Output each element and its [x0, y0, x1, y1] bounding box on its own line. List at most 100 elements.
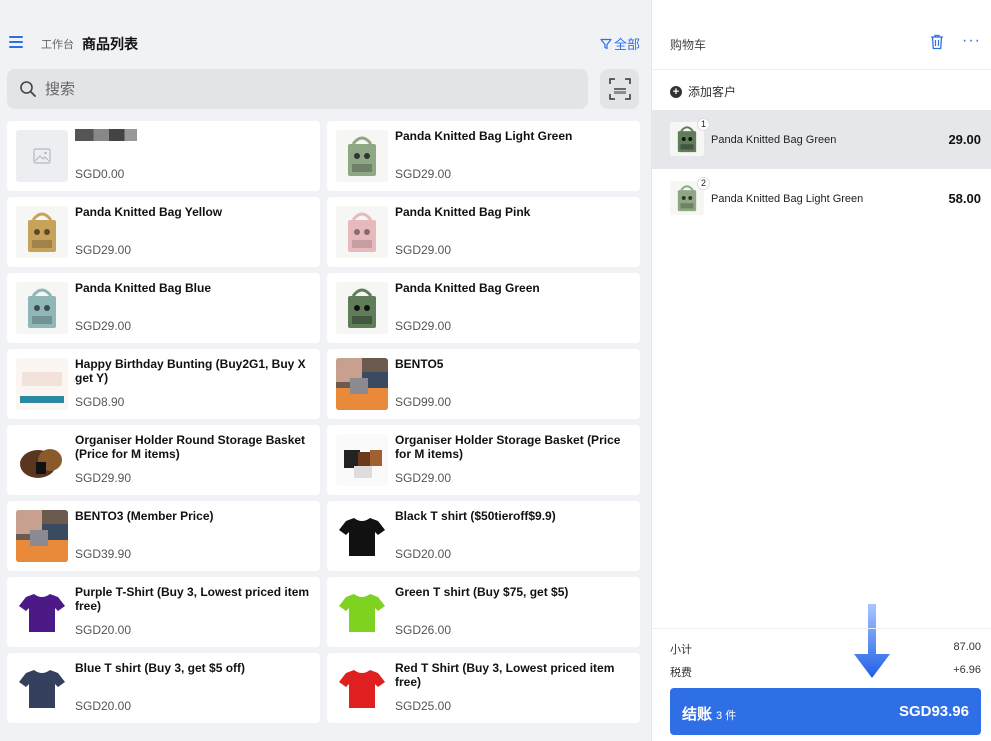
search-bar[interactable]: [7, 69, 588, 109]
product-card[interactable]: Panda Knitted Bag Light Green SGD29.00: [327, 121, 640, 191]
product-card[interactable]: Purple T-Shirt (Buy 3, Lowest priced ite…: [7, 577, 320, 647]
product-thumbnail: [16, 510, 68, 562]
breadcrumb-home[interactable]: 工作台: [41, 36, 74, 52]
product-thumbnail: [336, 434, 388, 486]
tax-row: 税费 +6.96: [670, 664, 981, 680]
product-card[interactable]: Panda Knitted Bag Blue SGD29.00: [7, 273, 320, 343]
product-card[interactable]: Red T Shirt (Buy 3, Lowest priced item f…: [327, 653, 640, 723]
checkout-button[interactable]: 结账 3 件 SGD93.96: [670, 688, 981, 735]
product-name: Organiser Holder Round Storage Basket (P…: [75, 433, 306, 461]
top-bar: 工作台 商品列表 全部: [0, 24, 650, 64]
product-price: SGD29.90: [75, 471, 132, 485]
product-price: SGD29.00: [75, 243, 132, 257]
product-thumbnail: [16, 434, 68, 486]
product-price: SGD20.00: [75, 623, 132, 637]
product-thumbnail: [16, 282, 68, 334]
cart-item[interactable]: 1 Panda Knitted Bag Green 29.00: [652, 110, 991, 169]
quantity-badge: 1: [697, 118, 710, 131]
product-card[interactable]: Green T shirt (Buy $75, get $5) SGD26.00: [327, 577, 640, 647]
cart-item-total: 58.00: [948, 191, 981, 206]
add-customer-button[interactable]: + 添加客户: [670, 83, 736, 100]
product-thumbnail: [336, 510, 388, 562]
cart-item-total: 29.00: [948, 132, 981, 147]
checkout-total: SGD93.96: [898, 703, 969, 720]
search-input[interactable]: [45, 80, 545, 98]
product-thumbnail: [336, 586, 388, 638]
product-thumbnail: [336, 358, 388, 410]
more-options-icon[interactable]: ···: [962, 32, 981, 50]
search-icon: [20, 81, 36, 97]
product-thumbnail: [16, 586, 68, 638]
product-card[interactable]: BENTO3 (Member Price) SGD39.90: [7, 501, 320, 571]
product-name: Panda Knitted Bag Blue: [75, 281, 212, 295]
page-title: 商品列表: [82, 36, 138, 52]
product-card[interactable]: SGD0.00: [7, 121, 320, 191]
product-name: Panda Knitted Bag Yellow: [75, 205, 223, 219]
product-thumbnail: [16, 206, 68, 258]
product-name: Panda Knitted Bag Pink: [395, 205, 531, 219]
cart-item[interactable]: 2 Panda Knitted Bag Light Green 58.00: [652, 169, 991, 228]
product-name: BENTO3 (Member Price): [75, 509, 214, 523]
product-thumbnail: [336, 282, 388, 334]
product-card[interactable]: Organiser Holder Round Storage Basket (P…: [7, 425, 320, 495]
divider: [652, 69, 991, 70]
filter-label: 全部: [614, 37, 641, 52]
checkout-label-group: 结账 3 件: [682, 703, 736, 724]
product-card[interactable]: Organiser Holder Storage Basket (Price f…: [327, 425, 640, 495]
checkout-count: 3 件: [716, 710, 737, 722]
product-name: Red T Shirt (Buy 3, Lowest priced item f…: [395, 661, 615, 689]
product-thumbnail: [16, 130, 68, 182]
plus-circle-icon: +: [670, 85, 682, 98]
product-name: Organiser Holder Storage Basket (Price f…: [395, 433, 621, 461]
filter-button[interactable]: 全部: [600, 34, 640, 53]
trash-icon[interactable]: [930, 34, 944, 50]
tax-value: +6.96: [953, 664, 981, 676]
product-price: SGD29.00: [75, 319, 132, 333]
product-thumbnail: [336, 662, 388, 714]
product-card[interactable]: Panda Knitted Bag Green SGD29.00: [327, 273, 640, 343]
product-name: Purple T-Shirt (Buy 3, Lowest priced ite…: [75, 585, 310, 613]
image-placeholder-icon: [33, 148, 51, 164]
tax-label: 税费: [670, 667, 692, 679]
product-name: Happy Birthday Bunting (Buy2G1, Buy X ge…: [75, 357, 306, 385]
cart-pane: 购物车 ··· + 添加客户 1 Panda Knitted Bag Green 2…: [651, 0, 991, 741]
subtotal-label: 小计: [670, 644, 692, 656]
redacted-name: [75, 129, 137, 141]
product-card[interactable]: Panda Knitted Bag Yellow SGD29.00: [7, 197, 320, 267]
product-name: Panda Knitted Bag Light Green: [395, 129, 573, 143]
product-price: SGD29.00: [395, 319, 452, 333]
product-price: SGD39.90: [75, 547, 132, 561]
product-card[interactable]: Panda Knitted Bag Pink SGD29.00: [327, 197, 640, 267]
barcode-scan-icon: [608, 78, 631, 100]
summary-divider: [652, 628, 991, 629]
product-card[interactable]: BENTO5 SGD99.00: [327, 349, 640, 419]
filter-icon: [600, 38, 612, 49]
product-price: SGD20.00: [395, 547, 452, 561]
subtotal-row: 小计 87.00: [670, 641, 981, 657]
product-name: Green T shirt (Buy $75, get $5): [395, 585, 569, 599]
product-price: SGD8.90: [75, 395, 125, 409]
menu-icon[interactable]: [9, 36, 23, 48]
product-price: SGD20.00: [75, 699, 132, 713]
product-card[interactable]: Blue T shirt (Buy 3, get $5 off) SGD20.00: [7, 653, 320, 723]
barcode-scan-button[interactable]: [600, 69, 639, 109]
product-name: Blue T shirt (Buy 3, get $5 off): [75, 661, 246, 675]
product-name: Panda Knitted Bag Green: [395, 281, 540, 295]
product-name: [75, 129, 310, 144]
product-card[interactable]: Black T shirt ($50tieroff$9.9) SGD20.00: [327, 501, 640, 571]
cart-item-name: Panda Knitted Bag Light Green: [711, 193, 864, 205]
cart-item-name: Panda Knitted Bag Green: [711, 134, 837, 146]
product-name: BENTO5: [395, 357, 444, 371]
product-price: SGD25.00: [395, 699, 452, 713]
product-price: SGD29.00: [395, 167, 452, 181]
checkout-label: 结账: [682, 706, 713, 723]
cart-title: 购物车: [670, 38, 707, 52]
product-card[interactable]: Happy Birthday Bunting (Buy2G1, Buy X ge…: [7, 349, 320, 419]
product-thumbnail: [16, 358, 68, 410]
product-list-pane: 工作台 商品列表 全部 SGD0.00 Panda Knitted Bag Lig…: [0, 0, 650, 741]
product-price: SGD29.00: [395, 471, 452, 485]
product-price: SGD29.00: [395, 243, 452, 257]
product-thumbnail: [16, 662, 68, 714]
product-price: SGD26.00: [395, 623, 452, 637]
product-name: Black T shirt ($50tieroff$9.9): [395, 509, 556, 523]
